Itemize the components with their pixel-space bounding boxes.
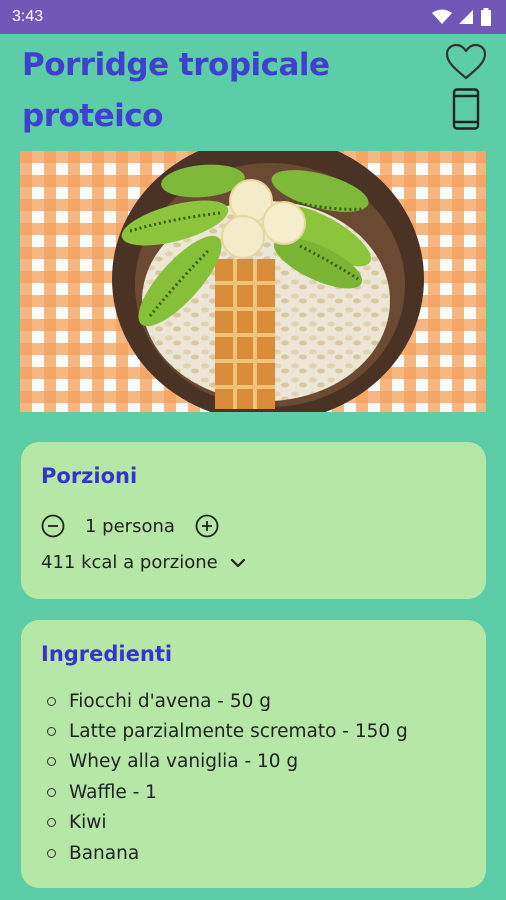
bullet-icon (47, 757, 56, 767)
list-item: Whey alla vaniglia - 10 g (47, 747, 408, 777)
list-item: Waffle - 1 (47, 777, 408, 807)
servings-value: 1 persona (85, 515, 175, 537)
status-icons (432, 8, 492, 26)
battery-icon (481, 8, 491, 26)
ingredients-card: Ingredienti Fiocchi d'avena - 50 g Latte… (21, 620, 486, 888)
kcal-per-portion-toggle[interactable]: 411 kcal a porzione (41, 552, 248, 573)
bullet-icon (47, 696, 56, 706)
plus-circle-icon[interactable] (195, 514, 219, 538)
status-time: 3:43 (12, 8, 44, 25)
kcal-per-portion: 411 kcal a porzione (41, 552, 218, 573)
wifi-icon (432, 9, 452, 24)
favorite-heart-icon[interactable] (444, 42, 488, 82)
bullet-icon (47, 848, 56, 858)
list-item: Fiocchi d'avena - 50 g (47, 686, 408, 716)
portions-title: Porzioni (41, 464, 138, 488)
bullet-icon (47, 818, 56, 828)
list-item: Kiwi (47, 808, 408, 838)
chevron-down-icon (230, 558, 245, 567)
status-bar: 3:43 (0, 0, 506, 34)
ingredients-list: Fiocchi d'avena - 50 g Latte parzialment… (47, 686, 408, 868)
phone-icon[interactable] (452, 88, 480, 130)
signal-icon (459, 10, 473, 24)
recipe-photo (20, 151, 486, 412)
ingredients-title: Ingredienti (41, 642, 173, 666)
list-item: Latte parzialmente scremato - 150 g (47, 716, 408, 746)
minus-circle-icon[interactable] (41, 514, 65, 538)
bullet-icon (47, 787, 56, 797)
recipe-title: Porridge tropicale proteico (22, 47, 330, 134)
servings-stepper: 1 persona (41, 513, 219, 539)
list-item: Banana (47, 838, 408, 868)
bullet-icon (47, 727, 56, 737)
portions-card: Porzioni 1 persona 411 kcal a porzione (21, 442, 486, 599)
